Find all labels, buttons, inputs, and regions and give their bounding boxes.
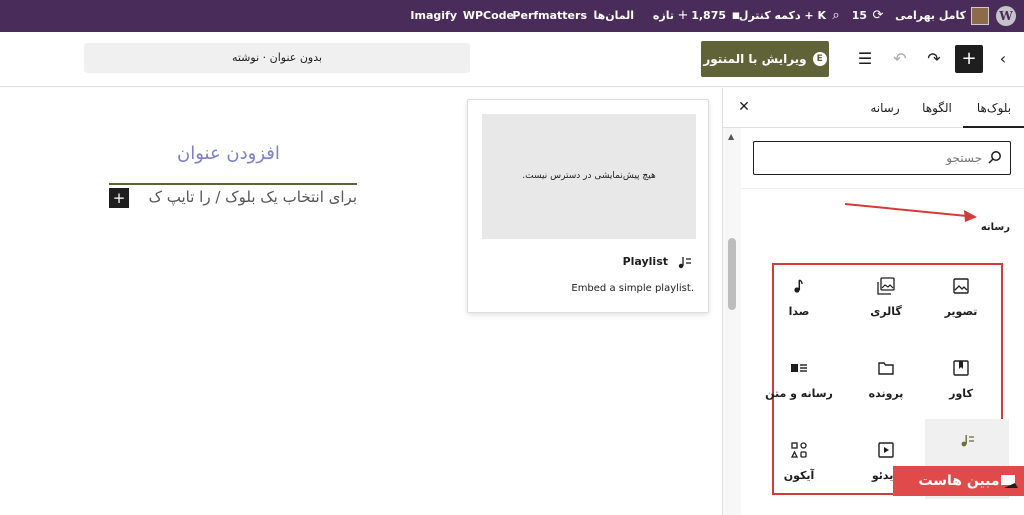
updates-count[interactable]: 15 xyxy=(852,0,867,32)
tab-patterns[interactable]: الگوها xyxy=(911,88,963,128)
plugin-imagify[interactable]: Imagify xyxy=(410,0,457,32)
block-search[interactable] xyxy=(753,141,1011,175)
tab-blocks[interactable]: بلوک‌ها xyxy=(963,88,1024,128)
media-blocks-grid: تصویر گالری صدا کاور پرونده رسانه و متن xyxy=(765,263,1009,499)
block-inserter-sidebar: بلوک‌ها الگوها رسانه ✕ ▲ رسانه تصویر گال… xyxy=(722,88,1024,515)
image-icon xyxy=(953,278,969,294)
new-content[interactable]: تازه xyxy=(653,0,674,32)
user-name[interactable]: کامل بهرامی xyxy=(895,0,966,32)
updates-icon[interactable]: ⟳ xyxy=(870,8,886,24)
paragraph-block[interactable]: برای انتخاب یک بلوک / را تایپ ک + xyxy=(109,183,357,208)
comments-icon[interactable]: ▪ xyxy=(728,8,744,24)
cover-icon xyxy=(953,360,969,376)
block-media-text[interactable]: رسانه و متن xyxy=(757,347,841,427)
playlist-icon xyxy=(678,257,691,269)
command-palette[interactable]: دکمه کنترل + K xyxy=(739,0,826,32)
comments-count[interactable]: 1,875 xyxy=(691,0,726,32)
block-label: کاور xyxy=(949,387,973,400)
plus-icon[interactable]: + xyxy=(675,8,691,24)
search-input[interactable] xyxy=(762,142,982,174)
gallery-icon xyxy=(877,277,895,295)
media-text-icon xyxy=(791,364,807,372)
undo-icon[interactable]: ↶ xyxy=(886,45,914,73)
block-label: صدا xyxy=(788,305,810,318)
block-gallery[interactable]: گالری xyxy=(844,265,928,345)
brand-logo-icon xyxy=(1001,475,1018,488)
block-label: رسانه و متن xyxy=(765,387,833,400)
list-view-icon[interactable]: ☰ xyxy=(851,45,879,73)
scroll-up-arrow-icon[interactable]: ▲ xyxy=(728,132,734,141)
scrollbar[interactable]: ▲ xyxy=(723,128,741,515)
block-audio[interactable]: صدا xyxy=(757,265,841,345)
file-icon xyxy=(878,362,894,375)
preview-block-description: Embed a simple playlist. xyxy=(571,283,694,294)
inserter-tabs: بلوک‌ها الگوها رسانه ✕ xyxy=(723,88,1024,128)
quick-inserter-button[interactable]: + xyxy=(109,188,129,208)
elementor-button-label: ویرایش با المنتور xyxy=(703,52,807,66)
close-icon[interactable]: ✕ xyxy=(735,98,753,116)
scrollbar-thumb[interactable] xyxy=(728,238,736,310)
brand-label: مبین هاست xyxy=(918,473,1000,489)
editor-header: ‹ + ↷ ↶ ☰ E ویرایش با المنتور بدون عنوان… xyxy=(0,32,1024,87)
add-block-button[interactable]: + xyxy=(955,45,983,73)
divider xyxy=(741,188,1024,189)
video-icon xyxy=(878,442,894,458)
wordpress-logo-icon[interactable]: W xyxy=(996,6,1016,26)
elements-menu[interactable]: المان‌ها xyxy=(593,0,634,32)
preview-block-title: Playlist xyxy=(622,255,668,268)
elementor-icon: E xyxy=(812,52,827,66)
plugin-wpcode[interactable]: WPCode xyxy=(463,0,514,32)
search-icon xyxy=(988,151,1001,164)
search-icon[interactable]: ⌕ xyxy=(828,8,844,24)
media-category-heading: رسانه xyxy=(980,222,1010,233)
block-label: آیکون xyxy=(783,469,815,482)
user-avatar[interactable] xyxy=(971,7,989,25)
block-label: تصویر xyxy=(944,305,978,318)
audio-icon xyxy=(794,279,803,293)
tab-media[interactable]: رسانه xyxy=(859,88,911,128)
admin-bar: W کامل بهرامی ⟳ 15 ⌕ دکمه کنترل + K ▪ 1,… xyxy=(0,0,1024,32)
annotation-arrow-icon xyxy=(844,203,977,222)
block-image[interactable]: تصویر xyxy=(919,265,1003,345)
post-title-placeholder[interactable]: افزودن عنوان xyxy=(177,143,280,164)
playlist-icon xyxy=(961,435,974,447)
edit-with-elementor-button[interactable]: E ویرایش با المنتور xyxy=(701,41,829,77)
brand-watermark: مبین هاست xyxy=(893,466,1024,496)
plugin-perfmatters[interactable]: Perfmatters xyxy=(512,0,587,32)
redo-icon[interactable]: ↷ xyxy=(920,45,948,73)
block-preview-popover: هیچ پیش‌نمایشی در دسترس نیست. Playlist E… xyxy=(467,99,709,313)
block-file[interactable]: پرونده xyxy=(844,347,928,427)
icons-icon xyxy=(790,442,807,458)
paragraph-placeholder: برای انتخاب یک بلوک / را تایپ ک xyxy=(148,188,357,206)
block-label: گالری xyxy=(870,305,902,318)
document-title-bar[interactable]: بدون عنوان · نوشته xyxy=(84,43,470,73)
block-label: پرونده xyxy=(868,387,904,400)
back-chevron-icon[interactable]: ‹ xyxy=(989,45,1017,73)
block-icons[interactable]: آیکون xyxy=(757,429,841,509)
block-cover[interactable]: کاور xyxy=(919,347,1003,427)
no-preview-message: هیچ پیش‌نمایشی در دسترس نیست. xyxy=(482,114,696,239)
